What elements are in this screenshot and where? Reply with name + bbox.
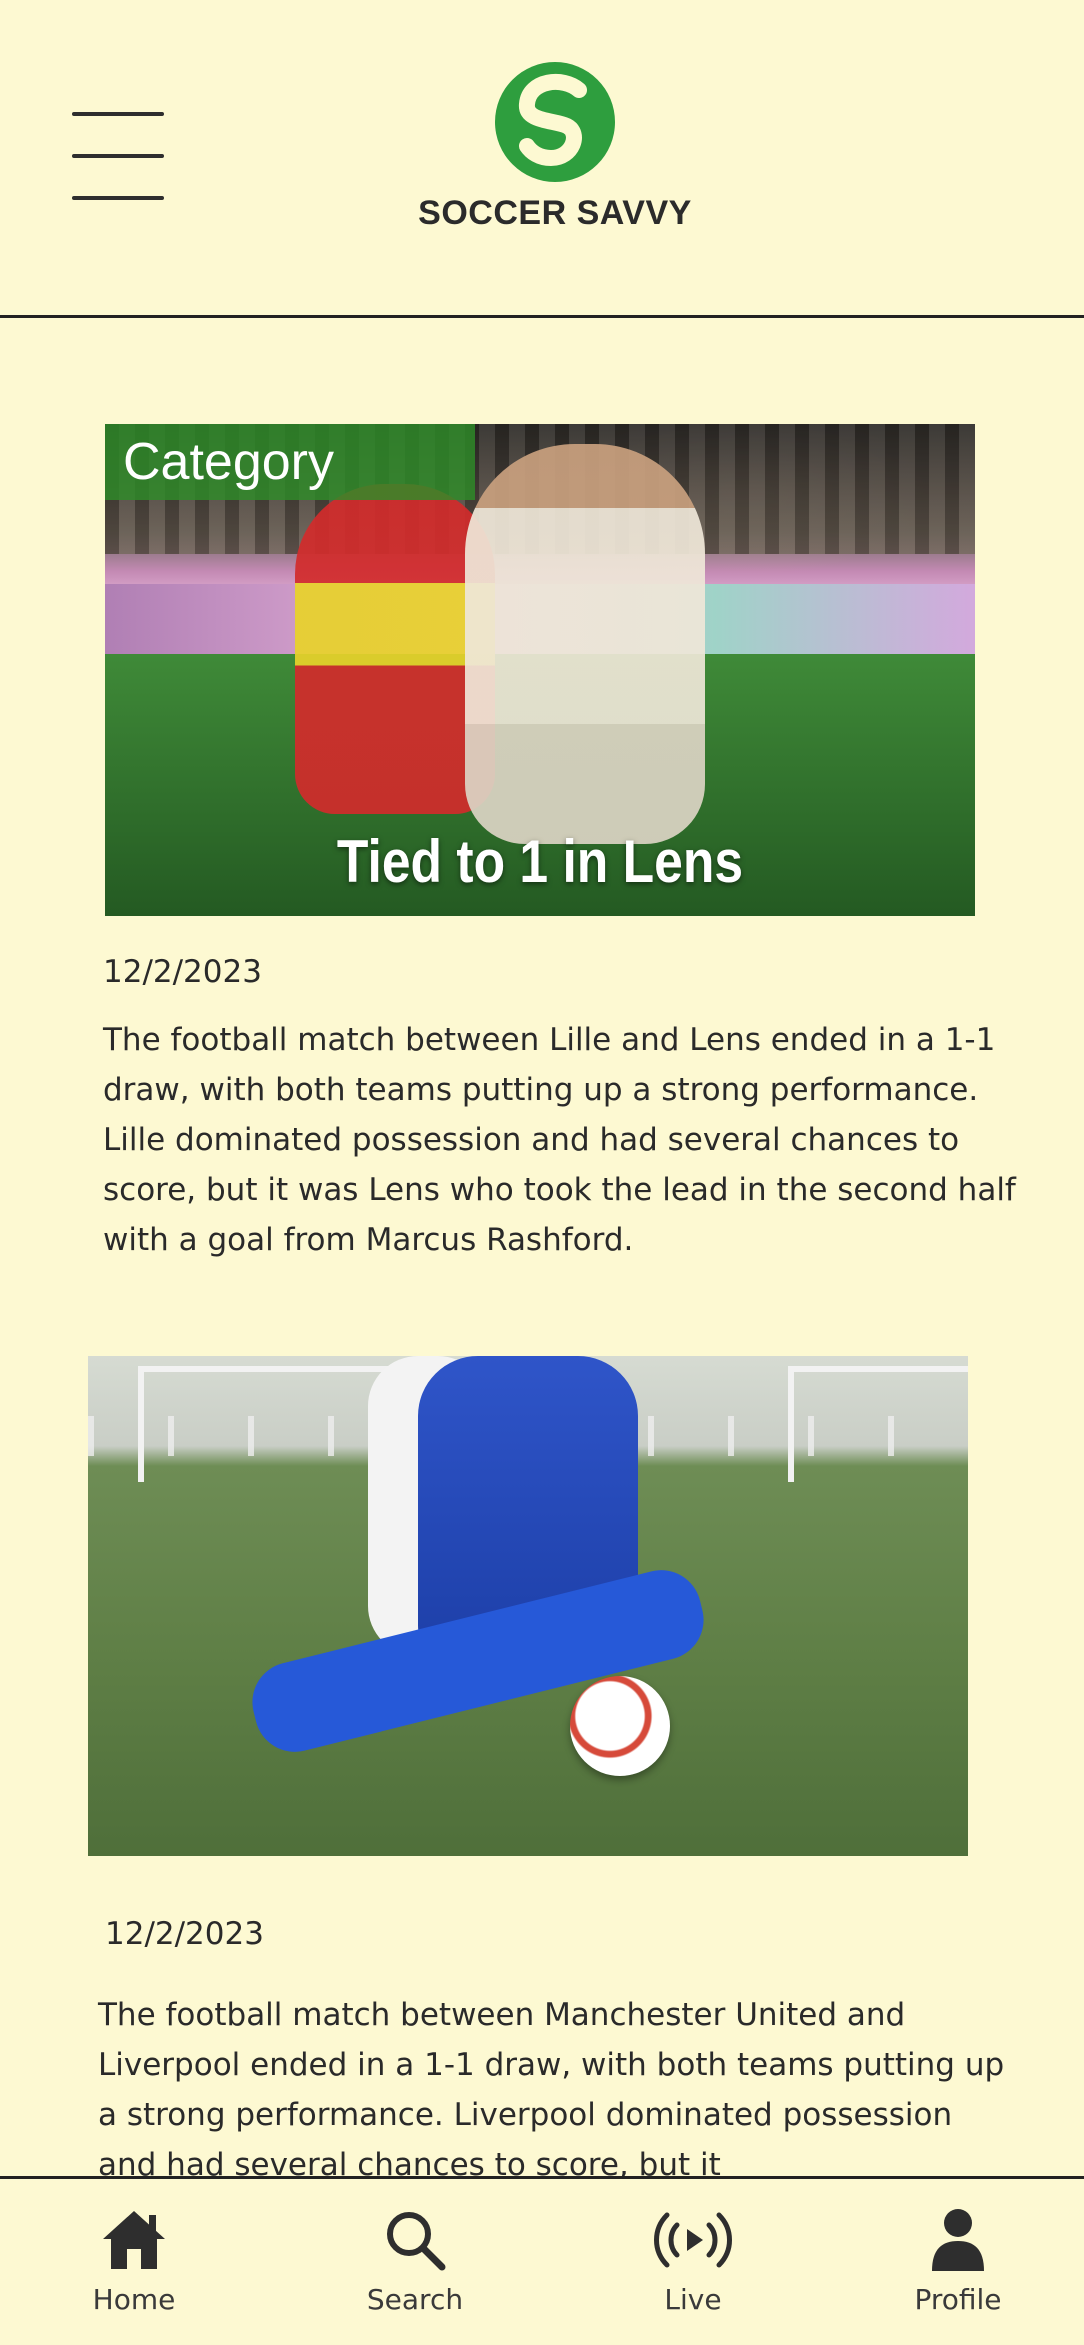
profile-icon: [932, 2209, 984, 2271]
app-header: SOCCER SAVVY: [0, 0, 1084, 318]
home-icon: [103, 2211, 165, 2269]
nav-profile[interactable]: Profile: [888, 2207, 1028, 2337]
article-image[interactable]: [88, 1356, 968, 1856]
article-headline[interactable]: Tied to 1 in Lens: [166, 827, 914, 896]
live-broadcast-icon: [654, 2212, 732, 2268]
category-badge[interactable]: Category: [105, 424, 475, 500]
nav-label: Search: [366, 2283, 464, 2316]
nav-search[interactable]: Search: [345, 2207, 485, 2337]
soccer-savvy-logo: [495, 62, 615, 182]
news-feed[interactable]: Category Tied to 1 in Lens 12/2/2023 The…: [0, 318, 1084, 2176]
bottom-navigation: Home Search Live Profile: [0, 2176, 1084, 2345]
nav-label: Profile: [914, 2283, 1002, 2316]
article-date: 12/2/2023: [103, 954, 262, 990]
article-date: 12/2/2023: [105, 1916, 264, 1952]
hamburger-menu-icon[interactable]: [72, 112, 164, 200]
nav-label: Live: [664, 2283, 722, 2316]
article-summary: The football match between Manchester Un…: [98, 1997, 1005, 2176]
nav-home[interactable]: Home: [64, 2207, 204, 2337]
brand-name: SOCCER SAVVY: [418, 194, 692, 232]
nav-label: Home: [92, 2283, 176, 2316]
search-icon: [387, 2212, 446, 2271]
article-image[interactable]: Category Tied to 1 in Lens: [105, 424, 975, 916]
nav-live[interactable]: Live: [623, 2207, 763, 2337]
brand-logo[interactable]: SOCCER SAVVY: [400, 56, 710, 246]
article-summary: The football match between Lille and Len…: [103, 1022, 1016, 1258]
